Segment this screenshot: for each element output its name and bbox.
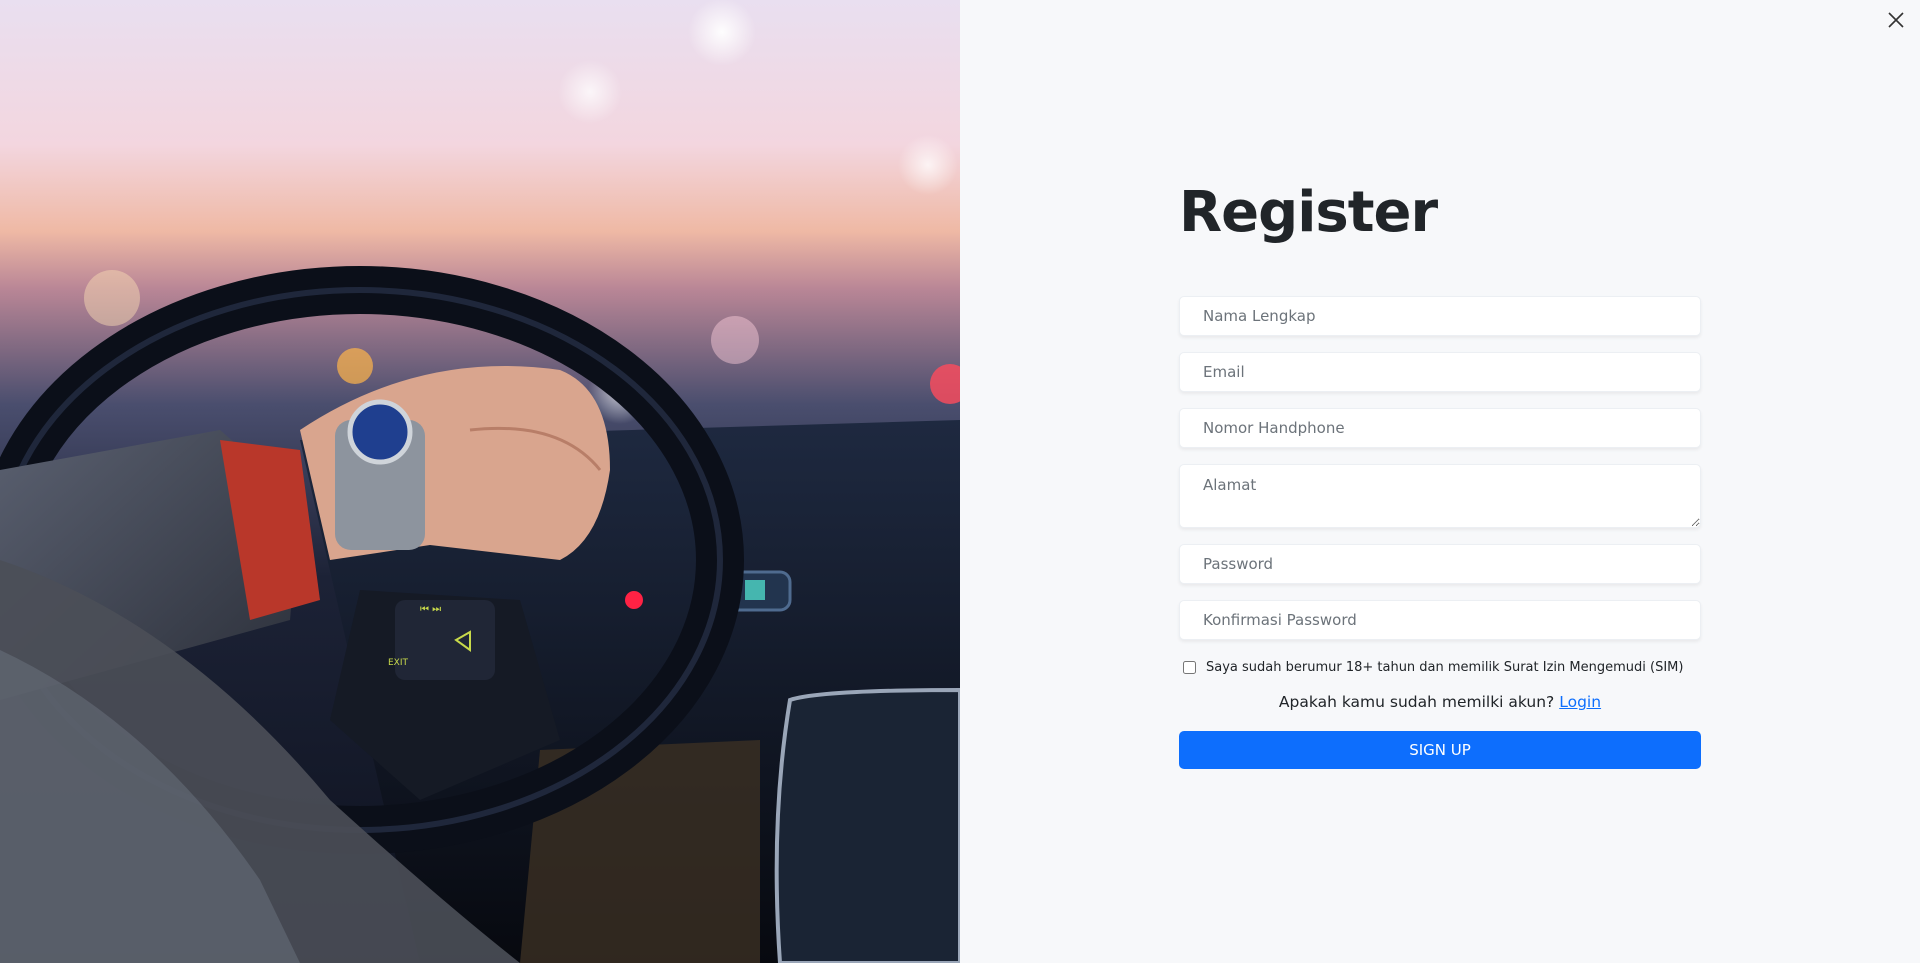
- phone-input[interactable]: [1179, 408, 1701, 448]
- email-input[interactable]: [1179, 352, 1701, 392]
- close-icon: [1888, 12, 1904, 28]
- hero-photo: ⏮ ⏭ EXIT: [0, 0, 960, 963]
- login-link[interactable]: Login: [1559, 693, 1601, 711]
- full-name-input[interactable]: [1179, 296, 1701, 336]
- sign-up-button[interactable]: SIGN UP: [1179, 731, 1701, 769]
- agreement-checkbox[interactable]: [1183, 660, 1196, 674]
- address-textarea[interactable]: [1179, 464, 1701, 528]
- password-input[interactable]: [1179, 544, 1701, 584]
- confirm-password-input[interactable]: [1179, 600, 1701, 640]
- close-button[interactable]: [1884, 8, 1908, 32]
- agreement-label: Saya sudah berumur 18+ tahun dan memilik…: [1206, 659, 1684, 675]
- steering-wheel-illustration: ⏮ ⏭ EXIT: [0, 0, 960, 963]
- svg-text:EXIT: EXIT: [388, 658, 409, 668]
- svg-text:⏮ ⏭: ⏮ ⏭: [420, 604, 441, 615]
- login-prompt-row: Apakah kamu sudah memilki akun? Login: [1179, 693, 1701, 715]
- login-prompt-text: Apakah kamu sudah memilki akun?: [1278, 693, 1555, 711]
- agreement-row: Saya sudah berumur 18+ tahun dan memilik…: [1179, 656, 1701, 678]
- page-title: Register: [1179, 180, 1438, 245]
- register-form: Register Saya sudah berumur 18+ tahun da…: [1179, 180, 1701, 769]
